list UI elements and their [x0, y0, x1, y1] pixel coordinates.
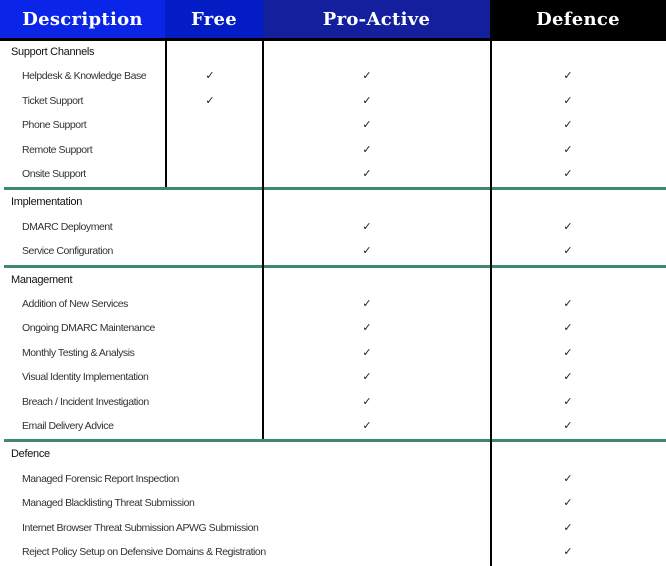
- check-icon: ✓: [362, 219, 372, 233]
- feature-label: Internet Browser Threat Submission APWG …: [22, 521, 259, 534]
- column-divider: [490, 439, 492, 566]
- check-icon: ✓: [362, 93, 372, 107]
- feature-label: Phone Support: [22, 119, 87, 132]
- check-icon: ✓: [563, 244, 573, 258]
- feature-label: Monthly Testing & Analysis: [22, 346, 135, 359]
- check-icon: ✓: [362, 394, 372, 408]
- feature-label: Remote Support: [22, 143, 93, 156]
- feature-label: DMARC Deployment: [22, 220, 113, 233]
- check-icon: ✓: [362, 118, 372, 132]
- check-icon: ✓: [563, 69, 573, 83]
- header-divider: [0, 38, 666, 41]
- check-icon: ✓: [563, 370, 573, 384]
- section-title: Implementation: [11, 196, 83, 209]
- feature-label: Reject Policy Setup on Defensive Domains…: [22, 546, 266, 558]
- check-icon: ✓: [563, 496, 573, 510]
- column-divider: [490, 187, 492, 266]
- check-icon: ✓: [563, 321, 573, 335]
- check-icon: ✓: [563, 419, 573, 432]
- feature-label: Managed Forensic Report Inspection: [22, 472, 179, 485]
- column-divider: [262, 38, 264, 189]
- column-divider: [490, 38, 492, 189]
- header-defence: Defence: [490, 0, 666, 38]
- check-icon: ✓: [563, 142, 573, 156]
- feature-label: Visual Identity Implementation: [22, 371, 149, 384]
- feature-label: Breach / Incident Investigation: [22, 395, 149, 408]
- section-title: Defence: [11, 448, 50, 461]
- column-divider: [490, 264, 492, 441]
- check-icon: ✓: [362, 370, 372, 384]
- check-icon: ✓: [362, 244, 372, 258]
- feature-label: Email Delivery Advice: [22, 420, 114, 432]
- section-divider: [4, 264, 666, 268]
- check-icon: ✓: [362, 321, 372, 335]
- check-icon: ✓: [563, 167, 573, 180]
- check-icon: ✓: [205, 69, 215, 83]
- check-icon: ✓: [563, 545, 573, 558]
- check-icon: ✓: [563, 471, 573, 485]
- feature-label: Service Configuration: [22, 245, 113, 258]
- header-free: Free: [165, 0, 263, 38]
- feature-label: Addition of New Services: [22, 298, 128, 310]
- feature-label: Onsite Support: [22, 168, 86, 180]
- check-icon: ✓: [563, 394, 573, 408]
- check-icon: ✓: [362, 69, 372, 83]
- check-icon: ✓: [362, 167, 372, 180]
- column-divider: [262, 187, 264, 266]
- section-divider: [4, 187, 666, 191]
- column-divider: [262, 264, 264, 441]
- check-icon: ✓: [362, 297, 372, 310]
- check-icon: ✓: [362, 345, 372, 359]
- check-icon: ✓: [362, 419, 372, 432]
- feature-label: Helpdesk & Knowledge Base: [22, 70, 147, 83]
- feature-label: Ongoing DMARC Maintenance: [22, 322, 155, 335]
- check-icon: ✓: [563, 345, 573, 359]
- header-pro-active: Pro-Active: [263, 0, 490, 38]
- feature-label: Ticket Support: [22, 94, 84, 107]
- header-description: Description: [0, 0, 165, 38]
- section-title: Support Channels: [11, 46, 95, 58]
- section-title: Management: [11, 273, 73, 286]
- check-icon: ✓: [563, 297, 573, 310]
- check-icon: ✓: [563, 93, 573, 107]
- column-divider: [165, 38, 167, 189]
- feature-label: Managed Blacklisting Threat Submission: [22, 497, 195, 510]
- check-icon: ✓: [563, 219, 573, 233]
- check-icon: ✓: [205, 93, 215, 107]
- section-divider: [4, 439, 666, 443]
- check-icon: ✓: [362, 142, 372, 156]
- check-icon: ✓: [563, 118, 573, 132]
- check-icon: ✓: [563, 520, 573, 534]
